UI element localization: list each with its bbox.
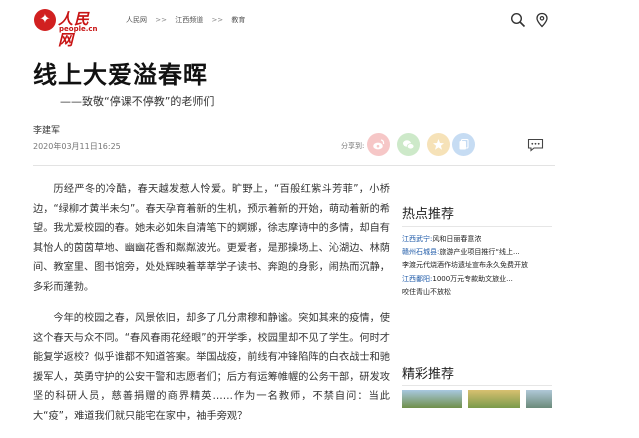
logo-domain: people.cn	[59, 25, 98, 33]
share-label: 分享到:	[341, 142, 365, 150]
hot-item[interactable]: 咬住青山不放松	[402, 286, 552, 299]
weibo-icon	[373, 139, 385, 150]
featured-image[interactable]	[468, 390, 520, 408]
article-body: 历经严冬的冷酷，春天越发惹人怜爱。旷野上，“百般红紫斗芳菲”，小桥边，“绿柳才黄…	[33, 180, 390, 438]
paragraph: 历经严冬的冷酷，春天越发惹人怜爱。旷野上，“百般红紫斗芳菲”，小桥边，“绿柳才黄…	[33, 184, 390, 293]
hot-item[interactable]: 江西武宁:风和日丽春意浓	[402, 233, 552, 246]
wechat-icon	[403, 140, 415, 150]
star-icon	[433, 139, 444, 150]
people-logo[interactable]: ✦ 人民网 people.cn	[34, 8, 98, 49]
share-wechat-button[interactable]	[397, 133, 420, 156]
publish-date: 2020年03月11日16:25	[33, 142, 121, 151]
breadcrumb-jiangxi[interactable]: 江西频道	[175, 16, 203, 24]
hot-item[interactable]: 江西鄱阳:1000万元专款助文旅业...	[402, 273, 552, 286]
sidebar-divider	[402, 226, 552, 227]
article-subtitle: ——致敬“停课不停教”的老师们	[60, 95, 215, 108]
header-divider	[33, 165, 555, 166]
comment-icon[interactable]	[527, 137, 544, 152]
hot-recommend-title: 热点推荐	[402, 207, 455, 222]
location-icon[interactable]	[534, 12, 550, 28]
share-qzone-button[interactable]	[427, 133, 450, 156]
logo-emblem: ✦	[34, 9, 56, 31]
featured-title: 精彩推荐	[402, 367, 455, 382]
hot-item[interactable]: 赣州石城县:旅游产业项目推行“线上...	[402, 246, 552, 259]
article-title: 线上大爱溢春晖	[33, 61, 208, 89]
breadcrumb: 人民网 >> 江西频道 >> 教育	[126, 15, 251, 25]
breadcrumb-separator: >>	[211, 16, 224, 24]
breadcrumb-home[interactable]: 人民网	[126, 16, 147, 24]
hot-list: 江西武宁:风和日丽春意浓 赣州石城县:旅游产业项目推行“线上... 李渡元代烧酒…	[402, 233, 552, 299]
search-icon[interactable]	[510, 12, 526, 28]
copy-icon	[459, 138, 469, 150]
featured-image[interactable]	[526, 390, 552, 408]
hot-item[interactable]: 李渡元代烧酒作坊遗址宣布永久免费开放	[402, 259, 552, 272]
breadcrumb-separator: >>	[155, 16, 167, 24]
paragraph: 今年的校园之春，风景依旧，却多了几分肃穆和静谧。突如其来的疫情，使这个春天与众不…	[33, 313, 390, 422]
breadcrumb-education[interactable]: 教育	[231, 16, 245, 24]
site-header: ✦ 人民网 people.cn 人民网 >> 江西频道 >> 教育	[0, 0, 639, 49]
share-weibo-button[interactable]	[367, 133, 390, 156]
featured-image[interactable]	[402, 390, 462, 408]
share-copy-button[interactable]	[452, 133, 475, 156]
article-author: 李建军	[33, 126, 61, 136]
sidebar-divider	[402, 385, 552, 386]
